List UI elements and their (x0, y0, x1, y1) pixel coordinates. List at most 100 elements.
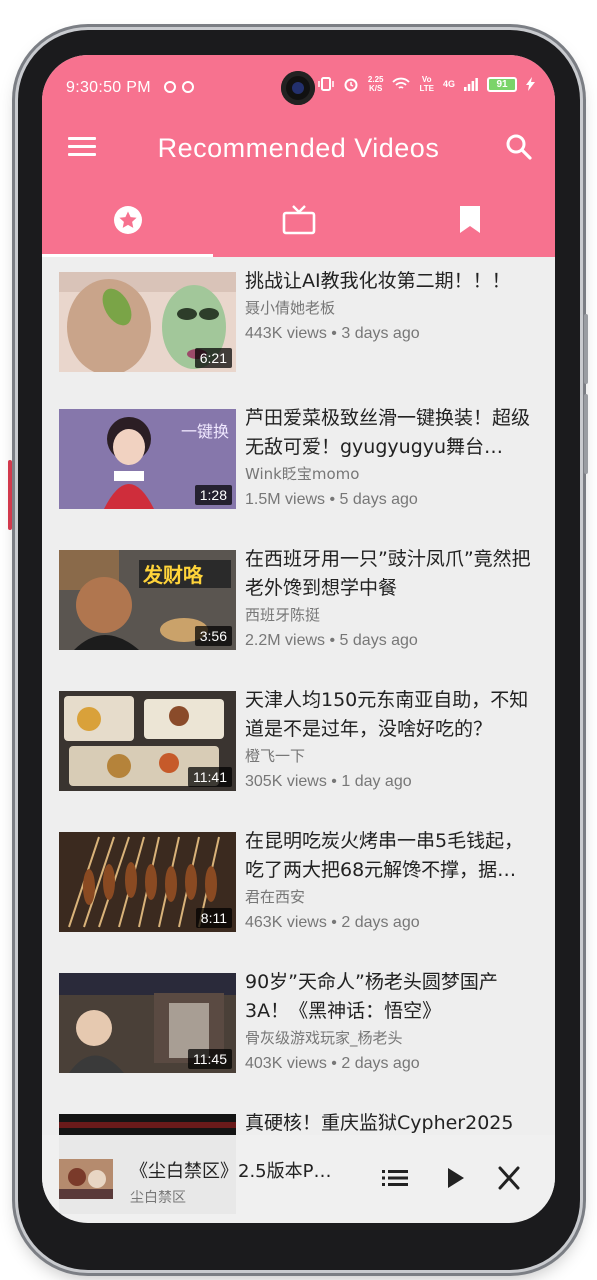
video-duration: 11:41 (188, 767, 232, 787)
video-item[interactable]: 一键换 1:28 芦田爱菜极致丝滑一键换装！超级无敌可爱！gyugyugyu舞台… (59, 394, 539, 509)
signal-icon (464, 78, 478, 91)
video-title: 天津人均150元东南亚自助，不知道是不是过年，没啥好吃的？ (245, 689, 529, 740)
sync-icon (182, 81, 194, 93)
video-title: 在西班牙用一只”豉汁凤爪”竟然把老外馋到想学中餐 (245, 548, 531, 599)
upload-age: 5 days ago (339, 632, 418, 649)
video-channel: 骨灰级游戏玩家_杨老头 (245, 1029, 403, 1047)
video-info: 挑战让AI教我化妆第二期！！！ 聂小倩她老板 443K views • 3 da… (245, 267, 541, 346)
video-meta: 305K views • 1 day ago (245, 770, 541, 794)
tab-bar (42, 195, 555, 257)
view-count: 463K views (245, 914, 327, 931)
alarm-icon (344, 78, 358, 92)
video-title: 在昆明吃炭火烤串一串5毛钱起，吃了两大把68元解馋不撑，据… (245, 830, 524, 881)
upload-age: 2 days ago (341, 914, 420, 931)
tv-icon (282, 205, 315, 235)
meta-separator: • (329, 491, 336, 508)
status-time: 9:30:50 PM (66, 79, 151, 96)
volume-button (584, 314, 588, 384)
video-meta: 443K views • 3 days ago (245, 322, 541, 346)
charging-icon (526, 77, 535, 91)
status-right-icons: 2.25 K/S Vo LTE 4G 91 (318, 75, 535, 93)
video-info: 90岁”天命人”杨老头圆梦国产3A！《黑神话：悟空》 骨灰级游戏玩家_杨老头 4… (245, 968, 541, 1076)
page-title: Recommended Videos (157, 133, 440, 163)
video-meta: 463K views • 2 days ago (245, 911, 541, 935)
meta-separator: • (329, 632, 336, 649)
video-duration: 8:11 (195, 908, 232, 928)
video-channel: 君在西安 (245, 888, 306, 906)
vibrate-icon (318, 77, 334, 91)
network-type: 4G (442, 78, 455, 89)
close-icon[interactable] (494, 1165, 524, 1191)
net-speed: 2.25 K/S (367, 75, 384, 93)
thumbnail-overlay-text: 发财咯 (142, 563, 204, 587)
mini-player-title: 《尘白禁区》2.5版本P… (130, 1161, 332, 1182)
video-title: 90岁”天命人”杨老头圆梦国产3A！《黑神话：悟空》 (245, 971, 498, 1022)
video-item[interactable]: 11:41 天津人均150元东南亚自助，不知道是不是过年，没啥好吃的？ 橙飞一下… (59, 676, 539, 791)
video-info: 在昆明吃炭火烤串一串5毛钱起，吃了两大把68元解馋不撑，据… 君在西安 463K… (245, 827, 541, 935)
messenger-icon (164, 81, 176, 93)
view-count: 403K views (245, 1055, 327, 1072)
status-notification-icons (164, 81, 194, 93)
video-item[interactable]: 发财咯 3:56 在西班牙用一只”豉汁凤爪”竟然把老外馋到想学中餐 西班牙陈挺 … (59, 535, 539, 650)
video-channel: 聂小倩她老板 (245, 299, 336, 317)
queue-icon[interactable] (380, 1165, 410, 1191)
search-icon[interactable] (505, 133, 533, 161)
meta-separator: • (331, 1055, 337, 1072)
mini-player-channel: 尘白禁区 (130, 1190, 186, 1206)
tab-tv[interactable] (213, 195, 384, 257)
video-duration: 1:28 (194, 485, 232, 505)
front-camera (281, 71, 315, 105)
side-accent (8, 460, 12, 530)
meta-separator: • (331, 325, 337, 342)
app-bar: Recommended Videos (42, 117, 555, 183)
tab-saved[interactable] (384, 195, 555, 257)
video-thumbnail: 发财咯 3:56 (59, 550, 236, 650)
video-title: 真硬核！重庆监狱Cypher2025 (245, 1112, 514, 1134)
video-channel: 橙飞一下 (245, 747, 306, 765)
meta-separator: • (331, 914, 337, 931)
volte-indicator: Vo LTE (419, 75, 434, 93)
video-title: 挑战让AI教我化妆第二期！！！ (245, 270, 511, 292)
video-item[interactable]: 6:21 挑战让AI教我化妆第二期！！！ 聂小倩她老板 443K views •… (59, 257, 541, 372)
battery-indicator: 91 (487, 76, 517, 92)
video-info: 天津人均150元东南亚自助，不知道是不是过年，没啥好吃的？ 橙飞一下 305K … (245, 686, 541, 794)
power-button (584, 394, 588, 474)
video-info: 真硬核！重庆监狱Cypher2025 (245, 1109, 541, 1138)
video-channel: 西班牙陈挺 (245, 606, 321, 624)
mini-player[interactable]: 《尘白禁区》2.5版本P… 尘白禁区 (42, 1135, 555, 1220)
meta-separator: • (331, 773, 337, 790)
tab-recommended[interactable] (42, 195, 213, 257)
video-meta: 1.5M views • 5 days ago (245, 488, 541, 512)
upload-age: 3 days ago (341, 325, 420, 342)
video-thumbnail: 6:21 (59, 272, 236, 372)
screen: 9:30:50 PM 2.25 K/S Vo LTE 4G 91 Recomme… (42, 55, 555, 1223)
wifi-icon (392, 77, 411, 89)
view-count: 1.5M views (245, 491, 326, 508)
view-count: 443K views (245, 325, 327, 342)
video-item[interactable]: 11:45 90岁”天命人”杨老头圆梦国产3A！《黑神话：悟空》 骨灰级游戏玩家… (59, 958, 539, 1073)
thumbnail-image (59, 1159, 113, 1199)
video-thumbnail: 11:41 (59, 691, 236, 791)
app-header: 9:30:50 PM 2.25 K/S Vo LTE 4G 91 Recomme… (42, 55, 555, 257)
mini-player-thumbnail (59, 1159, 113, 1199)
upload-age: 2 days ago (341, 1055, 420, 1072)
video-thumbnail: 11:45 (59, 973, 236, 1073)
video-item[interactable]: 8:11 在昆明吃炭火烤串一串5毛钱起，吃了两大把68元解馋不撑，据… 君在西安… (59, 817, 539, 932)
star-icon (113, 206, 142, 234)
video-meta: 2.2M views • 5 days ago (245, 629, 541, 653)
video-channel: Wink眨宝momo (245, 465, 360, 483)
video-duration: 11:45 (188, 1049, 232, 1069)
video-info: 在西班牙用一只”豉汁凤爪”竟然把老外馋到想学中餐 西班牙陈挺 2.2M view… (245, 545, 541, 653)
thumbnail-overlay-text: 一键换 (181, 422, 229, 441)
video-title: 芦田爱菜极致丝滑一键换装！超级无敌可爱！gyugyugyu舞台… (245, 407, 531, 458)
video-thumbnail: 一键换 1:28 (59, 409, 236, 509)
upload-age: 5 days ago (339, 491, 418, 508)
video-thumbnail: 8:11 (59, 832, 236, 932)
video-meta: 403K views • 2 days ago (245, 1052, 541, 1076)
video-duration: 6:21 (194, 348, 232, 368)
status-bar: 9:30:50 PM 2.25 K/S Vo LTE 4G 91 (42, 55, 555, 117)
upload-age: 1 day ago (341, 773, 412, 790)
video-duration: 3:56 (194, 626, 232, 646)
video-info: 芦田爱菜极致丝滑一键换装！超级无敌可爱！gyugyugyu舞台… Wink眨宝m… (245, 404, 541, 512)
play-icon[interactable] (439, 1165, 469, 1191)
